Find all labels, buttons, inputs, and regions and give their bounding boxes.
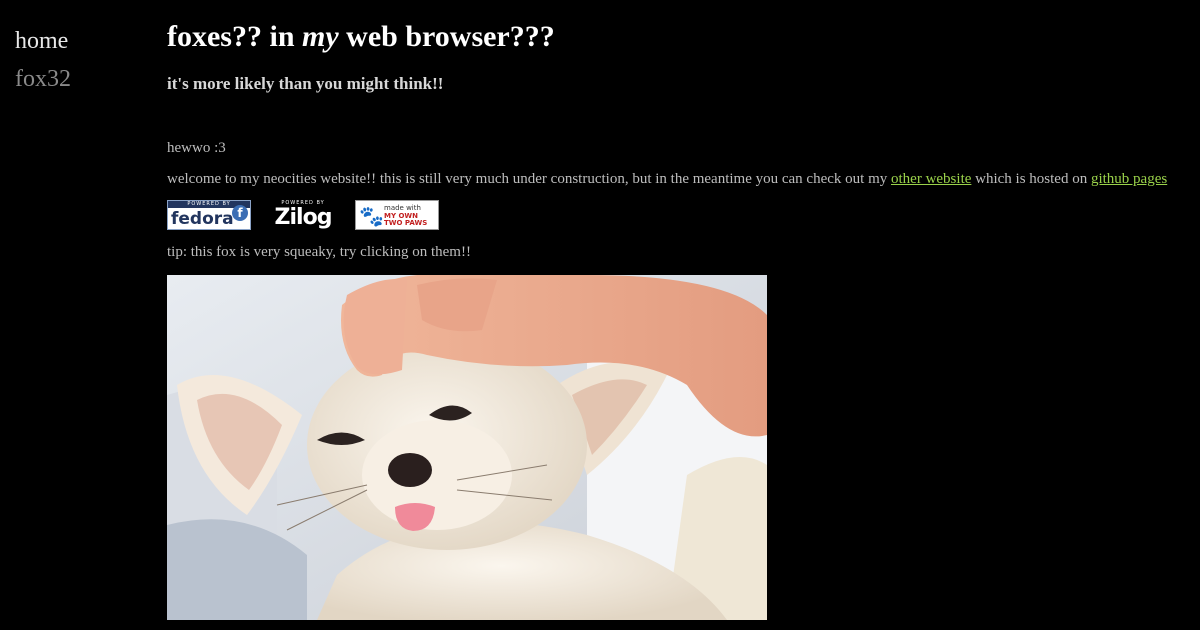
powered-by-fedora-badge: POWERED BY fedora f — [167, 200, 251, 230]
paw-icon: 🐾 — [359, 204, 384, 228]
page-title: foxes?? in my web browser??? — [167, 20, 555, 53]
nav-fox32-link[interactable]: fox32 — [15, 60, 71, 98]
github-pages-link[interactable]: github pages — [1091, 171, 1167, 187]
tip-text: tip: this fox is very squeaky, try click… — [167, 244, 471, 260]
powered-by-zilog-badge: POWERED BY Zilog — [261, 200, 345, 230]
fedora-logo-icon: f — [232, 205, 248, 221]
squeaky-fox-photo[interactable] — [167, 275, 767, 620]
main-content: foxes?? in my web browser??? it's more l… — [167, 18, 1187, 620]
badge-row: POWERED BY fedora f POWERED BY Zilog 🐾 m… — [167, 200, 1187, 230]
sidebar: home fox32 — [15, 22, 71, 98]
made-with-paws-badge: 🐾 made with MY OWN TWO PAWS — [355, 200, 439, 230]
greeting-text: hewwo :3 — [167, 140, 226, 156]
nav-home-link[interactable]: home — [15, 22, 71, 60]
page-subtitle: it's more likely than you might think!! — [167, 74, 444, 93]
other-website-link[interactable]: other website — [891, 171, 971, 187]
welcome-paragraph: welcome to my neocities website!! this i… — [167, 171, 1168, 187]
